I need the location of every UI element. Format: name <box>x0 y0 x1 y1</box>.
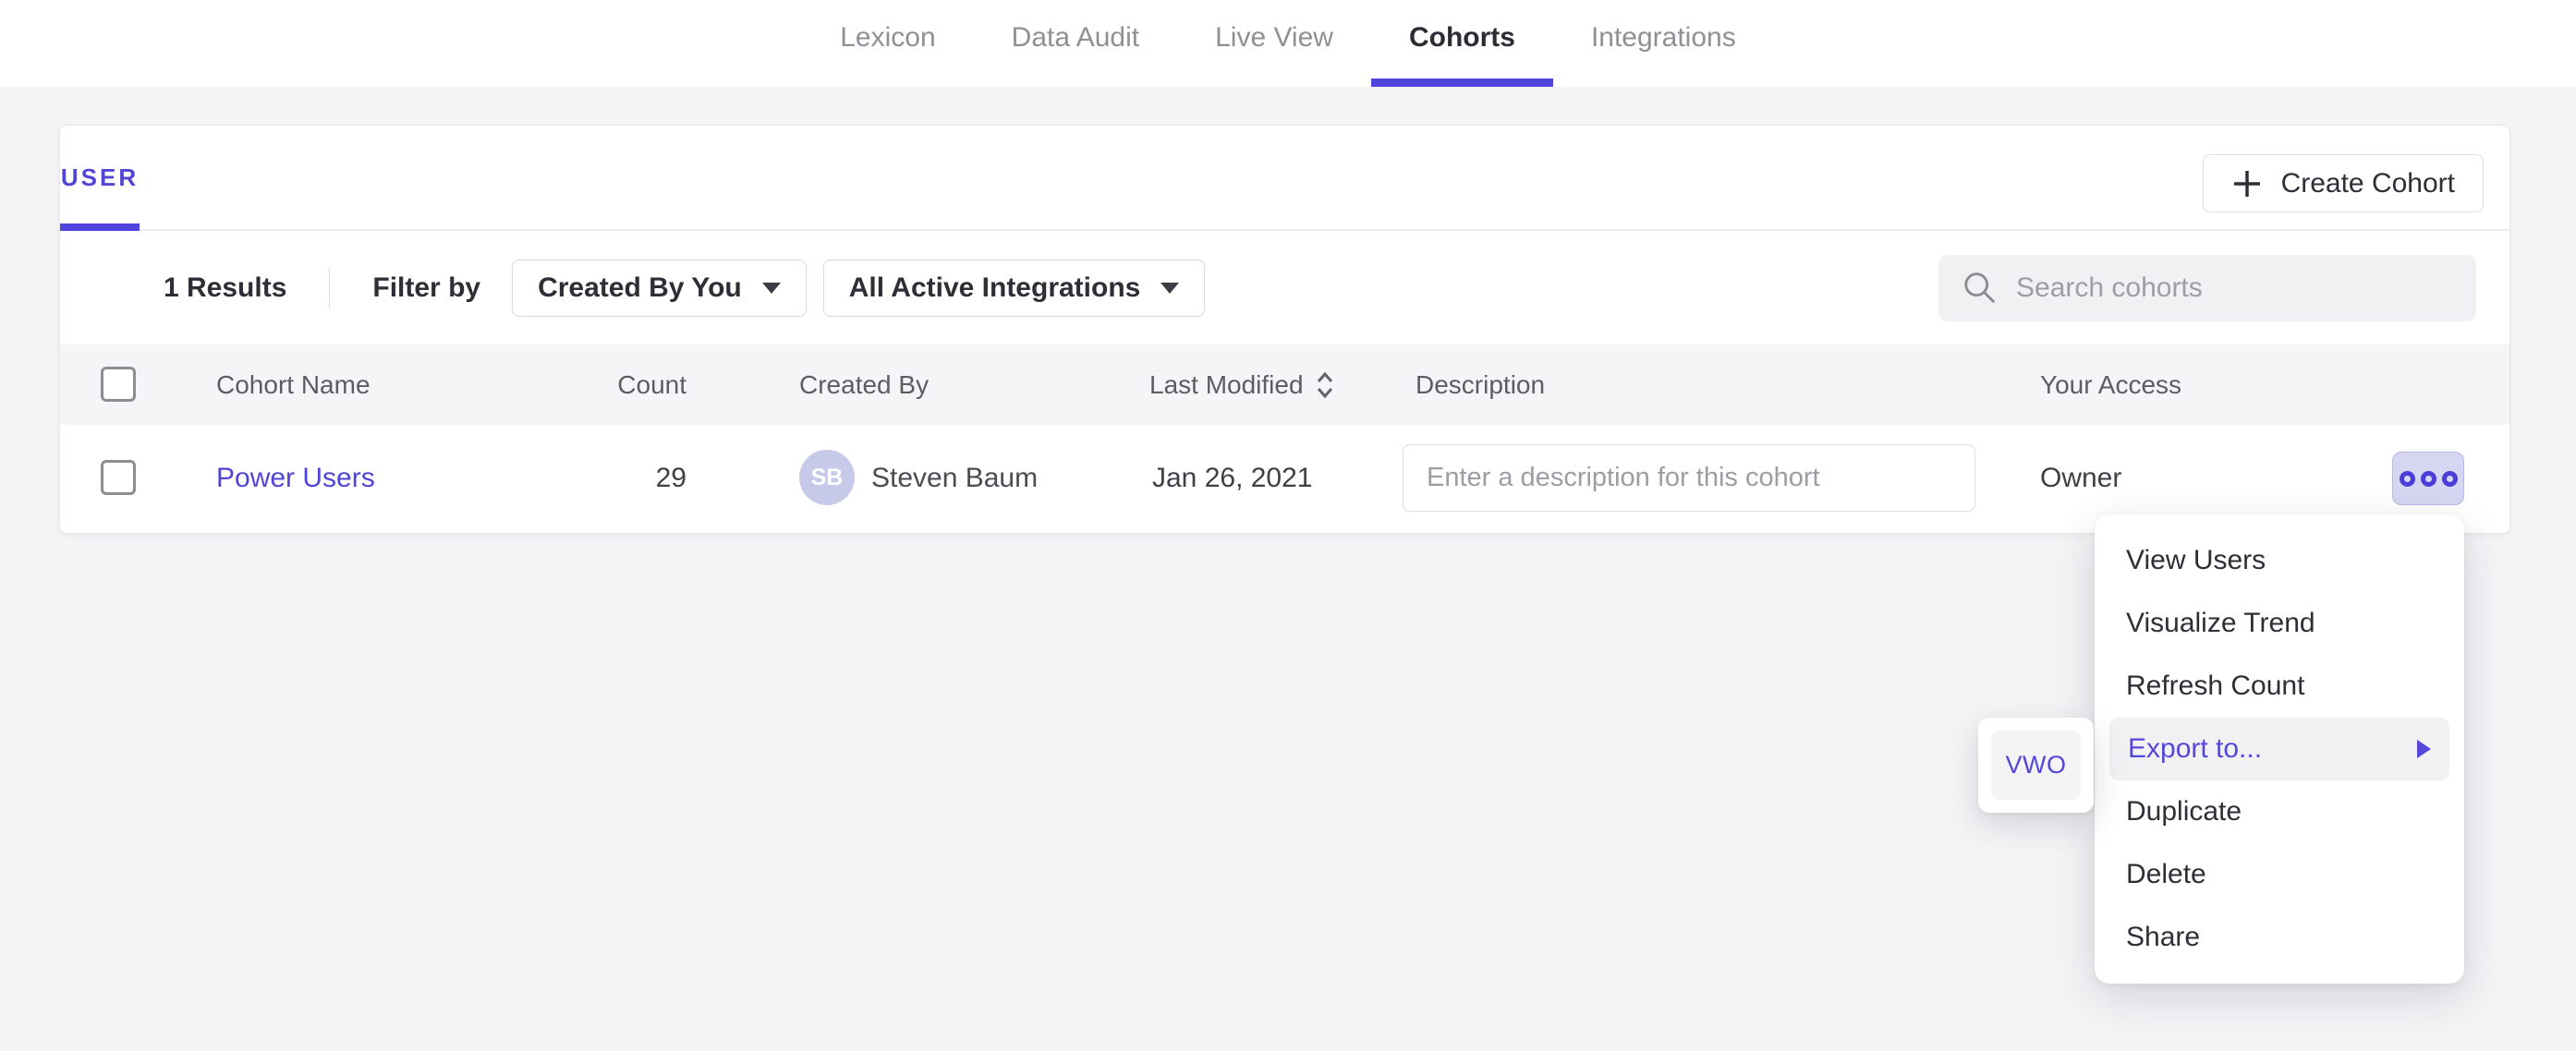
more-actions-button[interactable] <box>2392 452 2464 505</box>
avatar: SB <box>799 450 855 505</box>
tab-user[interactable]: USER <box>60 126 140 229</box>
description-input[interactable] <box>1403 444 1975 512</box>
column-description: Description <box>1416 370 1545 400</box>
chevron-down-icon <box>762 283 781 294</box>
select-all-checkbox[interactable] <box>101 367 136 402</box>
created-by-filter-value: Created By You <box>538 272 742 304</box>
more-icon <box>2421 471 2436 487</box>
menu-item-export-to[interactable]: Export to... <box>2109 718 2449 780</box>
tab-cohorts[interactable]: Cohorts <box>1371 0 1553 87</box>
menu-item-delete[interactable]: Delete <box>2095 843 2464 906</box>
access-value: Owner <box>2040 463 2121 494</box>
more-icon <box>2442 471 2458 487</box>
created-by-name: Steven Baum <box>871 463 1038 494</box>
table-header: Cohort Name Count Created By Last Modifi… <box>60 344 2509 425</box>
tab-live-view[interactable]: Live View <box>1177 0 1371 87</box>
menu-item-view-users[interactable]: View Users <box>2095 529 2464 592</box>
sort-icon <box>1315 370 1335 400</box>
panel-tab-row: USER Create Cohort <box>60 126 2509 231</box>
menu-item-refresh-count[interactable]: Refresh Count <box>2095 655 2464 718</box>
column-count: Count <box>504 370 687 400</box>
create-cohort-button[interactable]: Create Cohort <box>2203 154 2484 212</box>
cohort-name-link[interactable]: Power Users <box>216 463 375 494</box>
tab-integrations[interactable]: Integrations <box>1553 0 1774 87</box>
plus-icon <box>2231 168 2263 199</box>
screen: Lexicon Data Audit Live View Cohorts Int… <box>0 0 2576 1051</box>
submenu-arrow-icon <box>2417 740 2431 758</box>
cohort-count: 29 <box>504 463 687 494</box>
top-navigation: Lexicon Data Audit Live View Cohorts Int… <box>0 0 2576 87</box>
row-context-menu: View Users Visualize Trend Refresh Count… <box>2095 514 2464 984</box>
menu-item-export-to-label: Export to... <box>2128 733 2262 765</box>
filter-row: 1 Results Filter by Created By You All A… <box>60 231 2509 344</box>
column-last-modified[interactable]: Last Modified <box>1149 370 1335 400</box>
integrations-filter-dropdown[interactable]: All Active Integrations <box>823 260 1206 317</box>
menu-item-duplicate[interactable]: Duplicate <box>2095 780 2464 843</box>
column-cohort-name: Cohort Name <box>216 370 371 400</box>
results-count: 1 Results <box>164 272 286 304</box>
more-icon <box>2400 471 2415 487</box>
column-last-modified-label: Last Modified <box>1149 370 1304 400</box>
submenu-item-vwo[interactable]: VWO <box>1991 731 2081 800</box>
column-your-access: Your Access <box>2040 370 2181 400</box>
cohorts-panel: USER Create Cohort 1 Results Filter by C… <box>59 125 2510 534</box>
divider <box>329 268 330 308</box>
menu-item-share[interactable]: Share <box>2095 906 2464 969</box>
export-submenu: VWO <box>1978 718 2094 813</box>
menu-item-visualize-trend[interactable]: Visualize Trend <box>2095 592 2464 655</box>
created-by-filter-dropdown[interactable]: Created By You <box>512 260 807 317</box>
row-checkbox[interactable] <box>101 460 136 495</box>
column-created-by: Created By <box>799 370 929 400</box>
tab-lexicon[interactable]: Lexicon <box>802 0 973 87</box>
last-modified-date: Jan 26, 2021 <box>1152 463 1312 494</box>
integrations-filter-value: All Active Integrations <box>849 272 1141 304</box>
chevron-down-icon <box>1160 283 1179 294</box>
search-input[interactable] <box>2016 272 2454 304</box>
filter-by-label: Filter by <box>372 272 480 304</box>
tab-data-audit[interactable]: Data Audit <box>974 0 1177 87</box>
search-icon <box>1961 269 1999 308</box>
search-cohorts-box <box>1938 255 2476 321</box>
create-cohort-label: Create Cohort <box>2281 168 2455 199</box>
